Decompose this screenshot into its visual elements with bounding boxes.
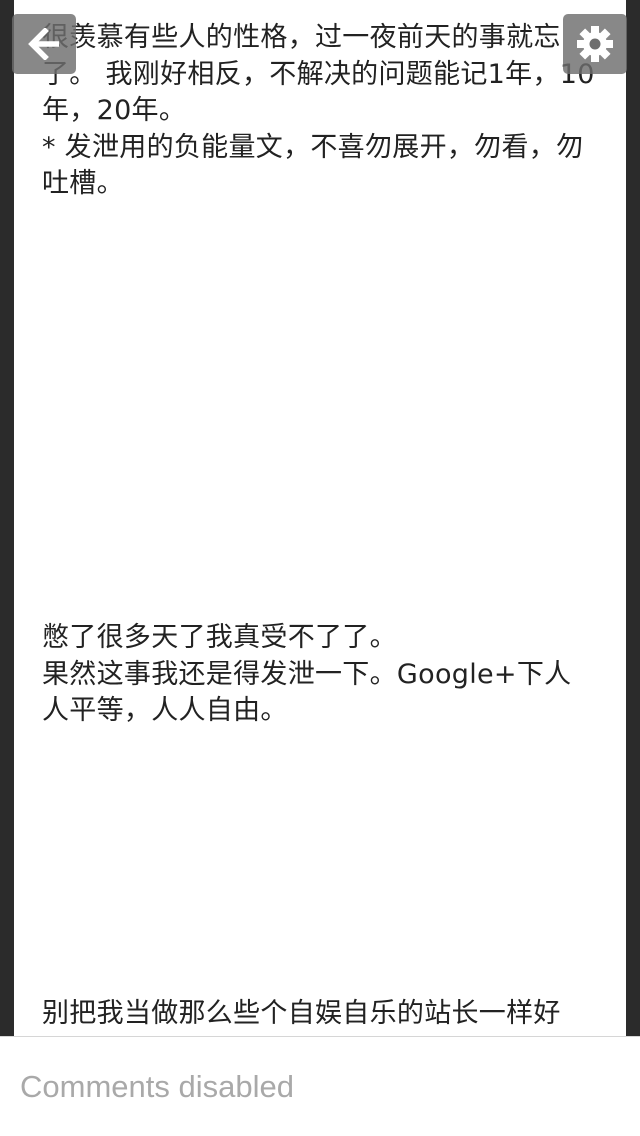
post-paragraph-3-text: 别把我当做那么些个自娱自乐的站长一样好 (42, 998, 561, 1029)
post-paragraph-1: 很羡慕有些人的性格，过一夜前天的事就忘了。 我刚好相反，不解决的问题能记1年，1… (42, 20, 598, 203)
post-paragraph-1-text: 很羡慕有些人的性格，过一夜前天的事就忘了。 我刚好相反，不解决的问题能记1年，1… (42, 22, 595, 126)
post-content[interactable]: 很羡慕有些人的性格，过一夜前天的事就忘了。 我刚好相反，不解决的问题能记1年，1… (14, 0, 626, 1040)
app-frame: 很羡慕有些人的性格，过一夜前天的事就忘了。 我刚好相反，不解决的问题能记1年，1… (0, 0, 640, 1136)
post-paragraph-2-text: 憋了很多天了我真受不了了。 (42, 622, 397, 653)
comments-bar: Comments disabled (0, 1036, 640, 1136)
back-arrow-icon (27, 28, 61, 60)
comments-disabled-label: Comments disabled (20, 1069, 294, 1104)
post-paragraph-3: 别把我当做那么些个自娱自乐的站长一样好 (42, 996, 598, 1033)
post-paragraph-2: 憋了很多天了我真受不了了。 果然这事我还是得发泄一下。Google+下人人平等，… (42, 620, 598, 730)
settings-button[interactable] (563, 14, 627, 74)
gear-icon (576, 25, 614, 63)
back-button[interactable] (12, 14, 76, 74)
post-paragraph-1-note: * 发泄用的负能量文，不喜勿展开，勿看，勿吐槽。 (42, 131, 584, 200)
post-paragraph-2-line2: 果然这事我还是得发泄一下。Google+下人人平等，人人自由。 (42, 658, 572, 727)
